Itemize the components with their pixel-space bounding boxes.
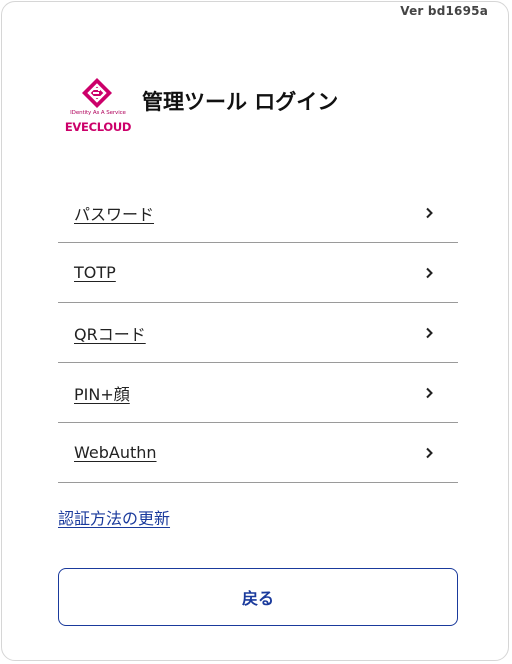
chevron-right-icon bbox=[426, 327, 433, 338]
chevron-right-icon bbox=[426, 387, 433, 398]
auth-method-qr-code[interactable]: QRコード bbox=[58, 303, 458, 363]
logo-tagline: IDentity As A Service bbox=[70, 110, 126, 116]
auth-method-label[interactable]: QRコード bbox=[74, 321, 146, 345]
auth-method-label[interactable]: パスワード bbox=[74, 201, 154, 225]
auth-method-password[interactable]: パスワード bbox=[58, 183, 458, 243]
update-auth-method-link[interactable]: 認証方法の更新 bbox=[58, 505, 170, 529]
chevron-right-icon bbox=[426, 207, 433, 218]
auth-method-webauthn[interactable]: WebAuthn bbox=[58, 423, 458, 483]
auth-method-label[interactable]: WebAuthn bbox=[74, 443, 157, 462]
auth-method-label[interactable]: TOTP bbox=[74, 263, 116, 282]
chevron-right-icon bbox=[426, 267, 433, 278]
login-header: IDentity As A Service EVECLOUD 管理ツール ログイ… bbox=[62, 76, 338, 136]
logo-brand-name: EVECLOUD bbox=[64, 120, 132, 134]
back-button[interactable]: 戻る bbox=[58, 568, 458, 626]
auth-method-list: パスワード TOTP QRコード PIN+顔 WebAuthn bbox=[58, 183, 458, 483]
auth-method-totp[interactable]: TOTP bbox=[58, 243, 458, 303]
auth-method-pin-face[interactable]: PIN+顔 bbox=[58, 363, 458, 423]
evecloud-logo-mark-icon bbox=[82, 78, 112, 108]
login-card: Ver bd1695a IDentity As A Service EVECLO… bbox=[1, 1, 509, 661]
page-title: 管理ツール ログイン bbox=[142, 90, 339, 114]
version-label: Ver bd1695a bbox=[400, 4, 488, 18]
evecloud-logo: IDentity As A Service EVECLOUD bbox=[62, 76, 134, 136]
chevron-right-icon bbox=[426, 447, 433, 458]
auth-method-label[interactable]: PIN+顔 bbox=[74, 381, 130, 405]
